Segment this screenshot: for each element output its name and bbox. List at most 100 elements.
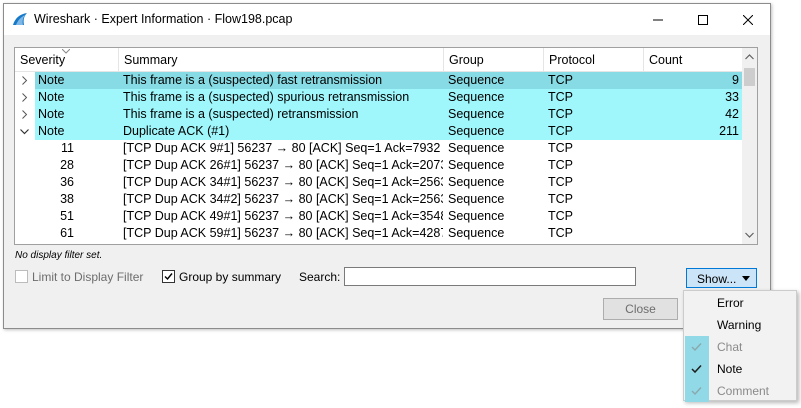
limit-filter-label: Limit to Display Filter [32,270,144,284]
summary-cell: [TCP Dup ACK 9#1] 56237 → 80 [ACK] Seq=1… [123,141,443,155]
checkmark-icon [691,364,702,374]
window-title: Wireshark · Expert Information · Flow198… [34,12,293,26]
packet-row[interactable]: 38 [TCP Dup ACK 34#2] 56237 → 80 [ACK] S… [15,191,742,208]
maximize-icon [697,14,708,25]
summary-cell: [TCP Dup ACK 34#2] 56237 → 80 [ACK] Seq=… [123,192,443,206]
group-cell: Sequence [448,107,505,121]
protocol-cell: TCP [548,158,573,172]
count-cell: 9 [732,73,739,87]
frame-number-cell: 51 [60,209,74,223]
protocol-cell: TCP [548,107,573,121]
group-cell: Sequence [448,175,505,189]
show-menu: Error Warning Chat Note Comment [683,290,797,402]
column-header-summary[interactable]: Summary [119,48,444,71]
count-cell: 42 [725,107,739,121]
summary-cell: This frame is a (suspected) retransmissi… [123,107,359,121]
protocol-cell: TCP [548,141,573,155]
frame-number-cell: 28 [60,158,74,172]
close-icon [742,14,753,25]
group-row[interactable]: Note This frame is a (suspected) retrans… [15,106,742,123]
scroll-up-icon[interactable] [745,54,754,60]
dropdown-arrow-icon [742,276,750,281]
chevron-right-icon[interactable] [20,76,29,85]
menu-item-error[interactable]: Error [684,292,796,314]
frame-number-cell: 36 [60,175,74,189]
menu-item-comment[interactable]: Comment [684,380,796,402]
chevron-right-icon[interactable] [20,93,29,102]
search-label: Search: [299,270,341,284]
severity-cell: Note [38,107,65,121]
group-cell: Sequence [448,73,505,87]
count-cell: 33 [725,90,739,104]
packet-row[interactable]: 36 [TCP Dup ACK 34#1] 56237 → 80 [ACK] S… [15,174,742,191]
protocol-cell: TCP [548,226,573,240]
checkmark-icon [164,273,173,281]
group-row[interactable]: Note This frame is a (suspected) fast re… [15,72,742,89]
frame-number-cell: 38 [60,192,74,206]
protocol-cell: TCP [548,192,573,206]
chevron-right-icon[interactable] [20,110,29,119]
group-row[interactable]: Note This frame is a (suspected) spuriou… [15,89,742,106]
protocol-cell: TCP [548,124,573,138]
severity-cell: Note [38,124,65,138]
expert-info-table[interactable]: Severity Summary Group Protocol Count No… [14,47,758,245]
column-header-protocol[interactable]: Protocol [544,48,644,71]
summary-cell: [TCP Dup ACK 59#1] 56237 → 80 [ACK] Seq=… [123,226,443,240]
search-input[interactable] [344,267,636,286]
group-cell: Sequence [448,192,505,206]
severity-cell: Note [38,90,65,104]
group-cell: Sequence [448,124,505,138]
sort-indicator-icon [62,49,70,54]
vertical-scrollbar[interactable] [742,48,757,244]
summary-cell: Duplicate ACK (#1) [123,124,230,138]
protocol-cell: TCP [548,175,573,189]
packet-row[interactable]: 51 [TCP Dup ACK 49#1] 56237 → 80 [ACK] S… [15,208,742,225]
column-header-group[interactable]: Group [444,48,544,71]
limit-filter-checkbox[interactable] [15,270,28,283]
minimize-button[interactable] [635,4,680,35]
protocol-cell: TCP [548,73,573,87]
group-cell: Sequence [448,209,505,223]
protocol-cell: TCP [548,209,573,223]
protocol-cell: TCP [548,90,573,104]
packet-row[interactable]: 28 [TCP Dup ACK 26#1] 56237 → 80 [ACK] S… [15,157,742,174]
wireshark-fin-icon [13,13,27,25]
summary-cell: This frame is a (suspected) fast retrans… [123,73,383,87]
chevron-down-icon[interactable] [20,127,29,136]
show-button[interactable]: Show... [686,268,757,288]
group-cell: Sequence [448,141,505,155]
scrollbar-thumb[interactable] [744,68,755,86]
table-header: Severity Summary Group Protocol Count [15,48,757,72]
maximize-button[interactable] [680,4,725,35]
packet-row[interactable]: 11 [TCP Dup ACK 9#1] 56237 → 80 [ACK] Se… [15,140,742,157]
close-window-button[interactable] [725,4,770,35]
packet-row[interactable]: 61 [TCP Dup ACK 59#1] 56237 → 80 [ACK] S… [15,225,742,242]
menu-item-warning[interactable]: Warning [684,314,796,336]
minimize-icon [652,19,663,20]
frame-number-cell: 61 [60,226,74,240]
menu-item-chat[interactable]: Chat [684,336,796,358]
summary-cell: [TCP Dup ACK 34#1] 56237 → 80 [ACK] Seq=… [123,175,443,189]
group-row[interactable]: Note Duplicate ACK (#1) Sequence TCP 211 [15,123,742,140]
column-header-count[interactable]: Count [644,48,742,71]
group-cell: Sequence [448,158,505,172]
status-label: No display filter set. [15,250,103,261]
frame-number-cell: 11 [61,141,74,155]
title-bar[interactable]: Wireshark · Expert Information · Flow198… [4,4,770,35]
group-by-summary-checkbox[interactable] [162,270,175,283]
show-button-label: Show... [697,272,737,286]
checkmark-icon [691,387,702,396]
severity-cell: Note [38,73,65,87]
scroll-down-icon[interactable] [745,232,754,238]
count-cell: 211 [719,124,739,138]
summary-cell: This frame is a (suspected) spurious ret… [123,90,410,104]
expert-info-window: Wireshark · Expert Information · Flow198… [3,3,771,329]
summary-cell: [TCP Dup ACK 49#1] 56237 → 80 [ACK] Seq=… [123,209,443,223]
checkmark-icon [691,343,702,352]
group-cell: Sequence [448,90,505,104]
menu-item-note[interactable]: Note [684,358,796,380]
group-cell: Sequence [448,226,505,240]
group-by-summary-label: Group by summary [179,270,282,284]
summary-cell: [TCP Dup ACK 26#1] 56237 → 80 [ACK] Seq=… [123,158,443,172]
close-button[interactable]: Close [603,298,678,320]
